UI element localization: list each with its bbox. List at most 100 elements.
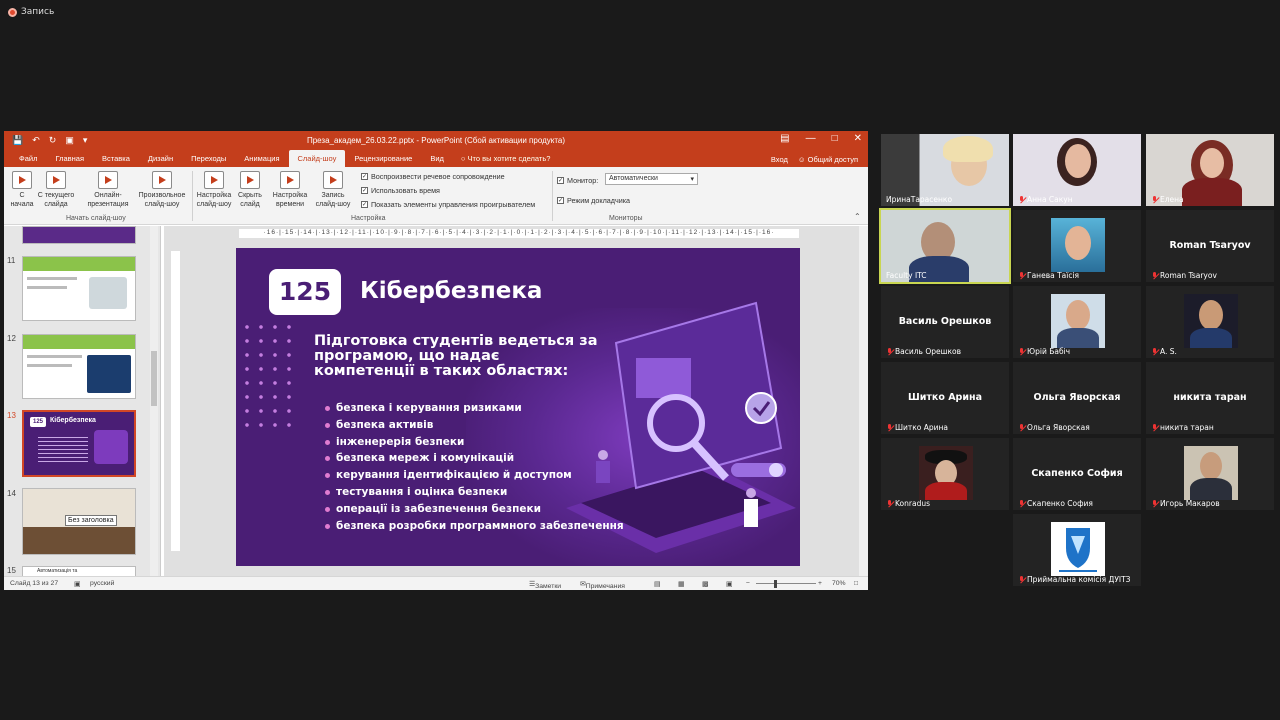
slide-thumbnail[interactable]: Без заголовка	[22, 488, 136, 555]
zoom-out-icon[interactable]: −	[746, 580, 750, 587]
participant-tile[interactable]: Скапенко София Скапенко София	[1013, 438, 1141, 510]
custom-show-icon	[152, 171, 172, 189]
redo-icon[interactable]: ↻	[49, 135, 57, 146]
participant-tile[interactable]: Василь Орешков Василь Орешков	[881, 286, 1009, 358]
window-icon	[636, 358, 691, 398]
custom-show-button[interactable]: Произвольное слайд-шоу	[134, 171, 190, 209]
rehearse-timings-button[interactable]: Настройка времени	[270, 171, 310, 209]
zoom-slider[interactable]	[756, 583, 816, 584]
from-current-label: С текущего слайда	[37, 192, 75, 208]
slide-thumbnail[interactable]	[22, 334, 136, 399]
monitor-select[interactable]: Автоматически ▾	[605, 173, 698, 185]
narration-checkbox[interactable]: ✓ Воспроизвести речевое сопровождение	[361, 172, 505, 181]
participant-tile-active-speaker[interactable]: Faculty ITC	[879, 208, 1011, 284]
from-start-label: С начала	[10, 192, 34, 208]
ribbon-tabs: Файл Главная Вставка Дизайн Переходы Ани…	[4, 150, 868, 167]
sign-in-link[interactable]: Вход	[771, 155, 788, 164]
reading-view-icon[interactable]: ▩	[702, 580, 708, 588]
customize-qat-icon[interactable]: ▾	[83, 135, 88, 146]
controls-checkbox[interactable]: ✓ Показать элементы управления проигрыват…	[361, 200, 535, 209]
from-current-button[interactable]: С текущего слайда	[36, 171, 76, 209]
tab-file[interactable]: Файл	[10, 154, 46, 167]
normal-view-icon[interactable]: ▤	[654, 580, 660, 588]
participant-tile[interactable]: Ганева Таїсія	[1013, 210, 1141, 282]
sorter-view-icon[interactable]: ▦	[678, 580, 684, 588]
timings-checkbox[interactable]: ✓ Использовать время	[361, 186, 440, 195]
participant-tile[interactable]: Анна Сакун	[1013, 134, 1141, 206]
thumb-line	[27, 277, 77, 280]
online-presentation-button[interactable]: Онлайн-презентация	[82, 171, 134, 209]
slide-thumbnail-selected[interactable]: 125 Кібербезпека	[22, 410, 136, 477]
avatar	[1184, 446, 1238, 500]
avatar-face	[1200, 452, 1222, 480]
participant-tile[interactable]: никита таран никита таран	[1146, 362, 1274, 434]
slide-thumbnail[interactable]	[22, 226, 136, 244]
slide-canvas[interactable]: 125 Кібербезпека Підготовка студентів ве…	[236, 248, 800, 566]
participant-tile[interactable]: Приймальна комісія ДУІТЗ	[1013, 514, 1141, 586]
comments-button[interactable]: ✉ Примечания	[580, 580, 625, 590]
tab-view[interactable]: Вид	[421, 154, 453, 167]
tab-slideshow[interactable]: Слайд-шоу	[288, 150, 346, 167]
start-presentation-icon[interactable]: ▣	[65, 135, 74, 146]
monitor-row: ✓ Монитор:	[557, 176, 598, 185]
recording-label: Запись	[21, 7, 55, 17]
participant-tile[interactable]: ИринаТарасенко	[881, 134, 1009, 206]
participant-tile[interactable]: A. S.	[1146, 286, 1274, 358]
slide-thumbnail[interactable]	[22, 256, 136, 321]
mic-muted-icon	[1151, 347, 1158, 356]
name-label: A. S.	[1160, 347, 1177, 356]
ribbon: С начала С текущего слайда Онлайн-презен…	[4, 167, 868, 225]
list-item: тестування і оцінка безпеки	[325, 486, 624, 503]
participant-tile[interactable]: Ольга Яворская Ольга Яворская	[1013, 362, 1141, 434]
tab-home[interactable]: Главная	[46, 154, 93, 167]
zoom-in-icon[interactable]: +	[818, 580, 822, 587]
from-start-button[interactable]: С начала	[8, 171, 36, 209]
tab-animations[interactable]: Анимация	[235, 154, 288, 167]
collapse-ribbon-icon[interactable]: ⌃	[854, 212, 861, 221]
controls-label: Показать элементы управления проигрывате…	[371, 200, 536, 209]
notes-button[interactable]: ☰ Заметки	[529, 580, 561, 590]
participant-tile[interactable]: Konradus	[881, 438, 1009, 510]
ribbon-display-icon[interactable]: ▤	[780, 133, 789, 144]
save-icon[interactable]: 💾	[12, 135, 23, 146]
thumbs-scrollbar[interactable]	[150, 226, 158, 576]
vertical-ruler	[171, 251, 180, 551]
list-item: операції із забезпечення безпеки	[325, 503, 624, 520]
participant-name: никита таран	[1151, 423, 1214, 432]
avatar	[1051, 522, 1105, 576]
zoom-slider-thumb[interactable]	[774, 580, 777, 588]
participant-tile[interactable]: Roman Tsaryov Roman Tsaryov	[1146, 210, 1274, 282]
presenter-view-checkbox[interactable]: ✓ Режим докладчика	[557, 196, 630, 205]
maximize-icon[interactable]: □	[832, 133, 838, 144]
tab-transitions[interactable]: Переходы	[182, 154, 235, 167]
name-label: Приймальна комісія ДУІТЗ	[1027, 575, 1131, 584]
participant-tile[interactable]: Шитко Арина Шитко Арина	[881, 362, 1009, 434]
hide-slide-button[interactable]: Скрыть слайд	[234, 171, 266, 209]
list-item: безпека розробки программного забезпечен…	[325, 520, 624, 537]
participant-display-name: Шитко Арина	[908, 392, 982, 403]
record-show-button[interactable]: Запись слайд-шоу	[310, 171, 356, 209]
undo-icon[interactable]: ↶	[32, 135, 40, 146]
participant-name: Приймальна комісія ДУІТЗ	[1018, 575, 1131, 584]
slide-counter: Слайд 13 из 27	[10, 580, 59, 587]
tab-design[interactable]: Дизайн	[139, 154, 182, 167]
fit-window-icon[interactable]: □	[854, 580, 858, 587]
participant-tile[interactable]: Елена	[1146, 134, 1274, 206]
spellcheck-icon[interactable]: ▣	[74, 580, 80, 588]
share-button[interactable]: ☺ Общий доступ	[798, 155, 858, 164]
editor-scrollbar[interactable]	[859, 226, 868, 576]
slideshow-view-icon[interactable]: ▣	[726, 580, 732, 588]
setup-show-button[interactable]: Настройка слайд-шоу	[194, 171, 234, 209]
participant-tile[interactable]: Игорь Макаров	[1146, 438, 1274, 510]
language-indicator[interactable]: русский	[90, 580, 114, 587]
participant-tile[interactable]: Юрій Бабіч	[1013, 286, 1141, 358]
record-icon	[8, 7, 17, 17]
tell-me-search[interactable]: ○ Что вы хотите сделать?	[453, 154, 559, 167]
minimize-icon[interactable]: —	[806, 133, 816, 144]
scroll-thumb[interactable]	[151, 351, 157, 406]
close-icon[interactable]: ✕	[854, 133, 862, 144]
slide-number: 13	[7, 411, 16, 420]
tab-insert[interactable]: Вставка	[93, 154, 139, 167]
zoom-level[interactable]: 70%	[832, 580, 846, 587]
tab-review[interactable]: Рецензирование	[345, 154, 421, 167]
